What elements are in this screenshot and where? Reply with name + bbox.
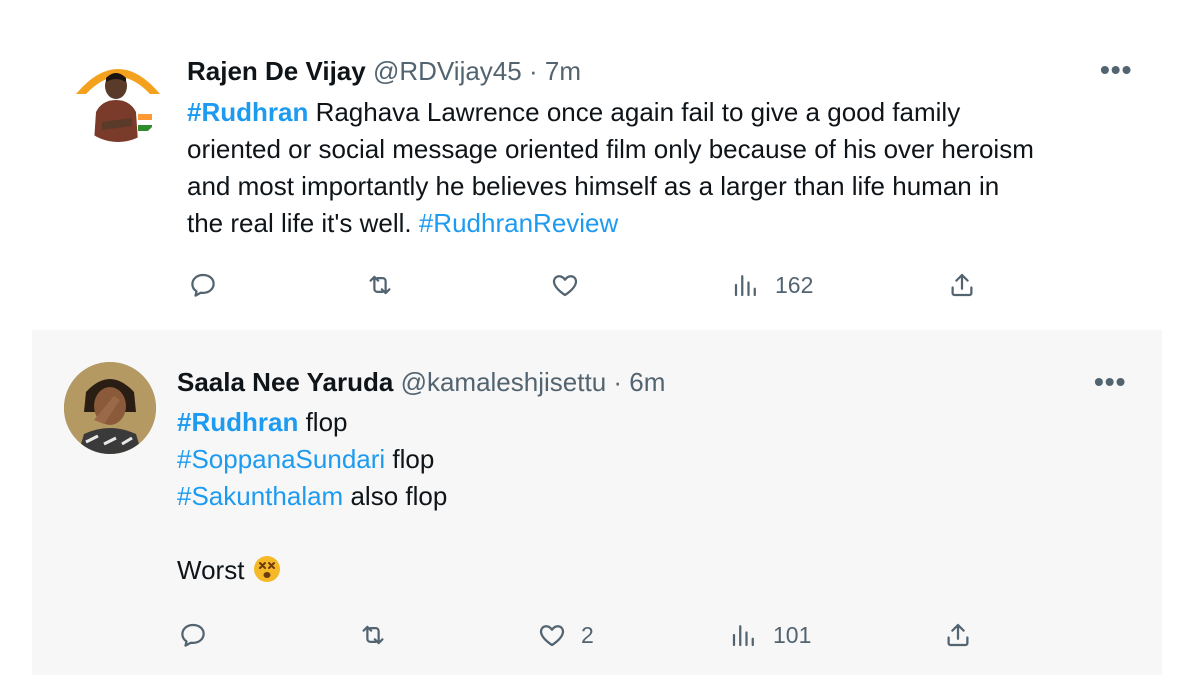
like-icon xyxy=(539,625,565,647)
tweet-line: the real life it's well. #RudhranReview xyxy=(187,205,1034,242)
views-icon xyxy=(732,625,754,647)
share-icon xyxy=(947,623,969,647)
retweet-button[interactable] xyxy=(358,620,388,650)
author-name[interactable]: Saala Nee Yaruda xyxy=(177,367,393,397)
separator-dot: · xyxy=(613,367,623,397)
views-count: 101 xyxy=(773,621,812,648)
hashtag-link[interactable]: #RudhranReview xyxy=(419,208,618,238)
share-button[interactable] xyxy=(943,620,973,650)
author-handle[interactable]: @kamaleshjisettu xyxy=(401,367,607,397)
tweet-header: Rajen De Vijay @RDVijay45 · 7m xyxy=(187,56,581,86)
reply-icon xyxy=(181,623,205,647)
hashtag-link[interactable]: #Rudhran xyxy=(187,97,308,127)
avatar[interactable] xyxy=(72,50,164,142)
author-handle[interactable]: @RDVijay45 xyxy=(373,56,522,86)
views-button[interactable]: 101 xyxy=(729,620,811,650)
hashtag-link[interactable]: #Sakunthalam xyxy=(177,481,343,511)
line-text: flop xyxy=(298,407,348,437)
reply-button[interactable] xyxy=(188,270,218,300)
views-icon xyxy=(734,275,756,297)
tweet-line: #Sakunthalam also flop xyxy=(177,478,447,515)
retweet-icon xyxy=(362,625,384,645)
views-button[interactable]: 162 xyxy=(731,270,813,300)
tweet-line: Worst xyxy=(177,552,447,589)
dizzy-face-emoji xyxy=(252,554,282,584)
tweet-line: oriented or social message oriented film… xyxy=(187,131,1034,168)
line-text: and most importantly he believes himself… xyxy=(187,171,1000,201)
share-button[interactable] xyxy=(947,270,977,300)
tweet-text: #Rudhran flop #SoppanaSundari flop #Saku… xyxy=(177,404,447,589)
line-text: flop xyxy=(385,444,435,474)
like-count: 2 xyxy=(581,621,594,648)
separator-dot: · xyxy=(528,56,538,86)
hashtag-link[interactable]: #SoppanaSundari xyxy=(177,444,385,474)
line-text: Worst xyxy=(177,555,245,585)
line-text: oriented or social message oriented film… xyxy=(187,134,1034,164)
like-button[interactable] xyxy=(550,270,580,300)
line-text: also flop xyxy=(343,481,448,511)
like-button[interactable]: 2 xyxy=(537,620,594,650)
avatar[interactable] xyxy=(64,362,156,454)
reply-button[interactable] xyxy=(178,620,208,650)
more-icon[interactable]: ••• xyxy=(1100,56,1132,84)
share-icon xyxy=(951,273,973,297)
timestamp[interactable]: 7m xyxy=(545,56,581,86)
line-text: the real life it's well. xyxy=(187,208,419,238)
reply-icon xyxy=(191,273,215,297)
tweet-text: #Rudhran Raghava Lawrence once again fai… xyxy=(187,94,1034,242)
tweet-header: Saala Nee Yaruda @kamaleshjisettu · 6m xyxy=(177,367,665,397)
like-icon xyxy=(552,275,578,297)
tweet-line: #SoppanaSundari flop xyxy=(177,441,447,478)
tweet-card[interactable]: Rajen De Vijay @RDVijay45 · 7m ••• #Rudh… xyxy=(42,28,1166,330)
timestamp[interactable]: 6m xyxy=(629,367,665,397)
more-icon[interactable]: ••• xyxy=(1094,368,1126,396)
author-name[interactable]: Rajen De Vijay xyxy=(187,56,366,86)
tweet-card[interactable]: Saala Nee Yaruda @kamaleshjisettu · 6m •… xyxy=(32,330,1162,675)
tweet-line: #Rudhran flop xyxy=(177,404,447,441)
tweet-line: #Rudhran Raghava Lawrence once again fai… xyxy=(187,94,1034,131)
retweet-icon xyxy=(369,275,391,295)
line-text: Raghava Lawrence once again fail to give… xyxy=(308,97,961,127)
tweet-line: and most importantly he believes himself… xyxy=(187,168,1034,205)
hashtag-link[interactable]: #Rudhran xyxy=(177,407,298,437)
views-count: 162 xyxy=(775,271,814,298)
retweet-button[interactable] xyxy=(365,270,395,300)
